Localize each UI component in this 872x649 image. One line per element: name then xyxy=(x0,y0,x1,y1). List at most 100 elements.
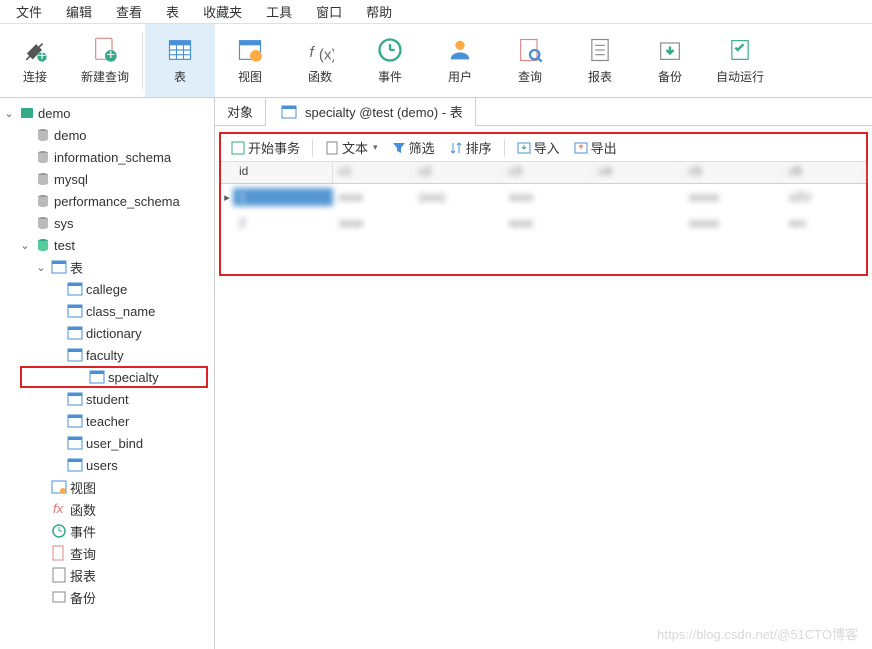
tool-table[interactable]: 表 xyxy=(145,24,215,97)
views-folder[interactable]: 视图 xyxy=(0,476,214,498)
database-icon xyxy=(35,237,51,253)
reports-folder[interactable]: 报表 xyxy=(0,564,214,586)
col-5[interactable]: c5 xyxy=(683,162,783,183)
expand-icon[interactable]: ⌄ xyxy=(2,107,16,120)
svg-text:+: + xyxy=(38,48,47,65)
database-icon xyxy=(35,171,51,187)
autorun-icon xyxy=(726,36,754,64)
tab-specialty[interactable]: specialty @test (demo) - 表 xyxy=(266,98,476,126)
functions-folder[interactable]: fx函数 xyxy=(0,498,214,520)
tool-report[interactable]: 报表 xyxy=(565,24,635,97)
table-dictionary[interactable]: dictionary xyxy=(0,322,214,344)
menu-help[interactable]: 帮助 xyxy=(354,0,404,23)
menubar: 文件 编辑 查看 表 收藏夹 工具 窗口 帮助 xyxy=(0,0,872,24)
table-icon xyxy=(51,259,67,275)
tab-objects[interactable]: 对象 xyxy=(215,98,266,125)
view-icon xyxy=(51,479,67,495)
queries-folder[interactable]: 查询 xyxy=(0,542,214,564)
db-info-schema[interactable]: information_schema xyxy=(0,146,214,168)
table-row[interactable]: ▸ 1 xxxx (xxx) xxxx xxxxx xZU xyxy=(221,184,866,210)
backups-folder[interactable]: 备份 xyxy=(0,586,214,608)
table-class-name[interactable]: class_name xyxy=(0,300,214,322)
sort-icon xyxy=(449,141,463,155)
database-icon xyxy=(35,215,51,231)
table-callege[interactable]: callege xyxy=(0,278,214,300)
query-icon xyxy=(516,36,544,64)
fx-icon: f(x) xyxy=(306,36,334,64)
main: 对象 specialty @test (demo) - 表 开始事务 文本▾ 筛… xyxy=(215,98,872,649)
table-student[interactable]: student xyxy=(0,388,214,410)
watermark: https://blog.csdn.net/@51CTO博客 xyxy=(657,624,858,643)
tool-new-query[interactable]: + 新建查询 xyxy=(70,24,140,97)
db-demo[interactable]: demo xyxy=(0,124,214,146)
export-icon xyxy=(574,141,588,155)
menu-file[interactable]: 文件 xyxy=(4,0,54,23)
tables-folder[interactable]: ⌄表 xyxy=(0,256,214,278)
database-icon xyxy=(35,127,51,143)
menu-tools[interactable]: 工具 xyxy=(254,0,304,23)
menu-fav[interactable]: 收藏夹 xyxy=(191,0,254,23)
svg-text:(x): (x) xyxy=(319,46,334,63)
svg-text:fx: fx xyxy=(53,501,64,516)
report-icon xyxy=(586,36,614,64)
funnel-icon xyxy=(392,141,406,155)
fx-icon: fx xyxy=(51,501,67,517)
expand-icon[interactable]: ⌄ xyxy=(18,239,32,252)
tool-connection[interactable]: + 连接 xyxy=(0,24,70,97)
col-2[interactable]: c2 xyxy=(413,162,503,183)
plug-icon: + xyxy=(21,36,49,64)
table-icon xyxy=(281,104,297,120)
database-icon xyxy=(35,149,51,165)
filter-button[interactable]: 筛选 xyxy=(386,136,441,159)
table-faculty[interactable]: faculty xyxy=(0,344,214,366)
table-row[interactable]: 2 xxxx xxxx xxxxx xro xyxy=(221,210,866,236)
table-specialty[interactable]: specialty xyxy=(20,366,208,388)
begin-tx-button[interactable]: 开始事务 xyxy=(225,136,306,159)
db-sys[interactable]: sys xyxy=(0,212,214,234)
table-user-bind[interactable]: user_bind xyxy=(0,432,214,454)
tool-autorun[interactable]: 自动运行 xyxy=(705,24,775,97)
db-mysql[interactable]: mysql xyxy=(0,168,214,190)
tool-user[interactable]: 用户 xyxy=(425,24,495,97)
import-button[interactable]: 导入 xyxy=(511,136,566,159)
database-icon xyxy=(35,193,51,209)
events-folder[interactable]: 事件 xyxy=(0,520,214,542)
text-button[interactable]: 文本▾ xyxy=(319,136,384,159)
caret-icon: ▾ xyxy=(373,142,378,153)
table-users[interactable]: users xyxy=(0,454,214,476)
table-icon xyxy=(67,435,83,451)
tool-function[interactable]: f(x) 函数 xyxy=(285,24,355,97)
menu-window[interactable]: 窗口 xyxy=(304,0,354,23)
col-id[interactable]: id xyxy=(233,162,333,183)
col-1[interactable]: c1 xyxy=(333,162,413,183)
table-icon xyxy=(67,281,83,297)
table-icon xyxy=(67,457,83,473)
db-test[interactable]: ⌄test xyxy=(0,234,214,256)
menu-edit[interactable]: 编辑 xyxy=(54,0,104,23)
col-4[interactable]: c4 xyxy=(593,162,683,183)
menu-view[interactable]: 查看 xyxy=(104,0,154,23)
clock-icon xyxy=(51,523,67,539)
table-icon xyxy=(166,36,194,64)
backup-icon xyxy=(51,589,67,605)
tool-query[interactable]: 查询 xyxy=(495,24,565,97)
tabs: 对象 specialty @test (demo) - 表 xyxy=(215,98,872,126)
sub-toolbar: 开始事务 文本▾ 筛选 排序 导入 导出 xyxy=(221,134,866,162)
db-perf-schema[interactable]: performance_schema xyxy=(0,190,214,212)
table-icon xyxy=(67,391,83,407)
toolbar: + 连接 + 新建查询 表 视图 f(x) 函数 事件 用户 查询 报表 备份 … xyxy=(0,24,872,98)
tool-backup[interactable]: 备份 xyxy=(635,24,705,97)
query-icon xyxy=(51,545,67,561)
conn-demo[interactable]: ⌄ demo xyxy=(0,102,214,124)
tool-view[interactable]: 视图 xyxy=(215,24,285,97)
col-6[interactable]: c6 xyxy=(783,162,866,183)
expand-icon[interactable]: ⌄ xyxy=(34,261,48,274)
svg-text:+: + xyxy=(106,46,115,63)
export-button[interactable]: 导出 xyxy=(568,136,623,159)
tool-event[interactable]: 事件 xyxy=(355,24,425,97)
col-3[interactable]: c3 xyxy=(503,162,593,183)
table-teacher[interactable]: teacher xyxy=(0,410,214,432)
sort-button[interactable]: 排序 xyxy=(443,136,498,159)
menu-table[interactable]: 表 xyxy=(154,0,191,23)
view-icon xyxy=(236,36,264,64)
